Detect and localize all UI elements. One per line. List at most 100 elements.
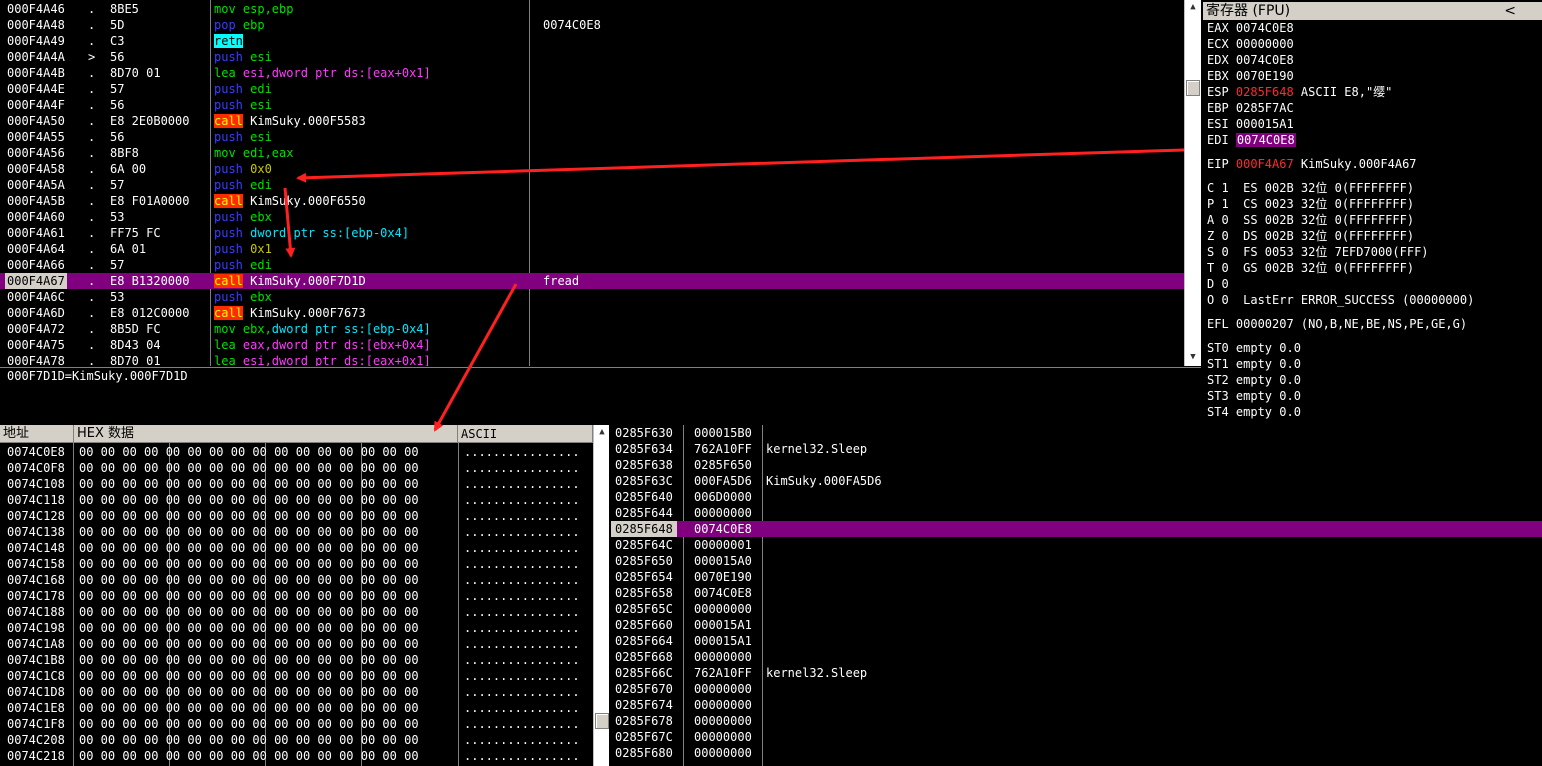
dump-ascii[interactable]: ................	[464, 524, 580, 540]
flag-row[interactable]: A 0 SS 002B 32位 0(FFFFFFFF)	[1207, 212, 1414, 228]
stack-address[interactable]: 0285F634	[615, 441, 673, 457]
dump-ascii[interactable]: ................	[464, 748, 580, 764]
disasm-address[interactable]: 000F4A4B	[7, 65, 65, 81]
dump-ascii[interactable]: ................	[464, 684, 580, 700]
register-esi[interactable]: ESI 000015A1	[1207, 116, 1294, 132]
dump-row[interactable]: 0074C1E8 00 00 00 00 00 00 00 00 00 00 00…	[0, 700, 593, 716]
registers-pane[interactable]: 寄存器 (FPU) < EAX 0074C0E8 ECX 00000000 EDX …	[1203, 0, 1542, 423]
disasm-address[interactable]: 000F4A55	[7, 129, 65, 145]
dump-ascii[interactable]: ................	[464, 716, 580, 732]
stack-value[interactable]: 00000000	[694, 601, 752, 617]
disasm-row[interactable]: 000F4A46. 8BE5 mov esp,ebp	[0, 1, 1184, 17]
dump-ascii[interactable]: ................	[464, 636, 580, 652]
stack-row[interactable]: 0285F65C 00000000	[611, 601, 1542, 617]
stack-value[interactable]: 000015A1	[694, 617, 752, 633]
disasm-instruction[interactable]: push esi	[214, 49, 272, 65]
dump-address[interactable]: 0074C148	[7, 540, 65, 556]
dump-hex[interactable]: 00 00 00 00 00 00 00 00 00 00 00 00 00 0…	[79, 668, 419, 684]
dump-row[interactable]: 0074C1A8 00 00 00 00 00 00 00 00 00 00 00…	[0, 636, 593, 652]
stack-row[interactable]: 0285F630 000015B0	[611, 425, 1542, 441]
scroll-up-arrow-icon[interactable]: ▲	[594, 425, 610, 439]
disasm-address[interactable]: 000F4A61	[7, 225, 65, 241]
stack-address[interactable]: 0285F680	[615, 745, 673, 761]
dump-address[interactable]: 0074C118	[7, 492, 65, 508]
stack-row[interactable]: 0285F670 00000000	[611, 681, 1542, 697]
dump-row[interactable]: 0074C128 00 00 00 00 00 00 00 00 00 00 00…	[0, 508, 593, 524]
dump-ascii[interactable]: ................	[464, 444, 580, 460]
disasm-instruction[interactable]: retn	[214, 33, 243, 49]
dump-hex[interactable]: 00 00 00 00 00 00 00 00 00 00 00 00 00 0…	[79, 556, 419, 572]
dump-address[interactable]: 0074C128	[7, 508, 65, 524]
register-edi[interactable]: EDI 0074C0E8	[1207, 132, 1296, 148]
dump-hex[interactable]: 00 00 00 00 00 00 00 00 00 00 00 00 00 0…	[79, 716, 419, 732]
stack-value[interactable]: 000015A1	[694, 633, 752, 649]
dump-ascii[interactable]: ................	[464, 588, 580, 604]
disasm-instruction[interactable]: push 0x0	[214, 161, 272, 177]
dump-ascii[interactable]: ................	[464, 668, 580, 684]
dump-row[interactable]: 0074C118 00 00 00 00 00 00 00 00 00 00 00…	[0, 492, 593, 508]
dump-ascii[interactable]: ................	[464, 700, 580, 716]
register-ebx[interactable]: EBX 0070E190	[1207, 68, 1294, 84]
register-value[interactable]: 0074C0E8	[1235, 133, 1296, 147]
stack-row[interactable]: 0285F654 0070E190	[611, 569, 1542, 585]
scroll-up-arrow-icon[interactable]: ▲	[1185, 0, 1201, 14]
dump-hex[interactable]: 00 00 00 00 00 00 00 00 00 00 00 00 00 0…	[79, 508, 419, 524]
disasm-row[interactable]: 000F4A58. 6A 00 push 0x0	[0, 161, 1184, 177]
stack-pane[interactable]: 0285F630 000015B0 0285F634 762A10FF kernel32…	[611, 425, 1542, 766]
stack-row[interactable]: 0285F638 0285F650	[611, 457, 1542, 473]
stack-value[interactable]: 00000001	[694, 537, 752, 553]
dump-address[interactable]: 0074C168	[7, 572, 65, 588]
disasm-pane[interactable]: 000F4A46. 8BE5 mov esp,ebp 000F4A48. 5D pop e…	[0, 0, 1184, 366]
disasm-row[interactable]: 000F4A75. 8D43 04 lea eax,dword ptr ds:[eb…	[0, 337, 1184, 353]
stack-address[interactable]: 0285F64C	[615, 537, 673, 553]
disasm-address[interactable]: 000F4A48	[7, 17, 65, 33]
dump-address[interactable]: 0074C188	[7, 604, 65, 620]
dump-ascii[interactable]: ................	[464, 476, 580, 492]
fpu-register[interactable]: ST2 empty 0.0	[1207, 372, 1301, 388]
stack-row[interactable]: 0285F644 00000000	[611, 505, 1542, 521]
fpu-register[interactable]: ST4 empty 0.0	[1207, 404, 1301, 420]
register-ecx[interactable]: ECX 00000000	[1207, 36, 1294, 52]
stack-value[interactable]: 0070E190	[694, 569, 752, 585]
stack-value[interactable]: 000FA5D6	[694, 473, 752, 489]
flag-row[interactable]: P 1 CS 0023 32位 0(FFFFFFFF)	[1207, 196, 1414, 212]
register-esp[interactable]: ESP 0285F648 ASCII E8,"缨"	[1207, 84, 1392, 100]
stack-value[interactable]: 00000000	[694, 713, 752, 729]
flag-row[interactable]: C 1 ES 002B 32位 0(FFFFFFFF)	[1207, 180, 1414, 196]
dump-header-hex[interactable]: HEX 数据	[74, 425, 458, 443]
stack-value[interactable]: 000015A0	[694, 553, 752, 569]
dump-hex[interactable]: 00 00 00 00 00 00 00 00 00 00 00 00 00 0…	[79, 700, 419, 716]
stack-address[interactable]: 0285F658	[615, 585, 673, 601]
dump-pane[interactable]: 地址 HEX 数据 ASCII 0074C0E8 00 00 00 00 00 0…	[0, 425, 593, 766]
dump-row[interactable]: 0074C0E8 00 00 00 00 00 00 00 00 00 00 00…	[0, 444, 593, 460]
register-ebp[interactable]: EBP 0285F7AC	[1207, 100, 1294, 116]
register-edx[interactable]: EDX 0074C0E8	[1207, 52, 1294, 68]
dump-row[interactable]: 0074C188 00 00 00 00 00 00 00 00 00 00 00…	[0, 604, 593, 620]
dump-header-address[interactable]: 地址	[0, 425, 74, 443]
dump-hex[interactable]: 00 00 00 00 00 00 00 00 00 00 00 00 00 0…	[79, 444, 419, 460]
dump-ascii[interactable]: ................	[464, 556, 580, 572]
stack-address[interactable]: 0285F668	[615, 649, 673, 665]
disasm-address[interactable]: 000F4A66	[7, 257, 65, 273]
dump-row[interactable]: 0074C178 00 00 00 00 00 00 00 00 00 00 00…	[0, 588, 593, 604]
disasm-instruction[interactable]: lea esi,dword ptr ds:[eax+0x1]	[214, 353, 431, 366]
register-value[interactable]: 000F4A67	[1236, 157, 1294, 171]
scroll-down-arrow-icon[interactable]: ▼	[1185, 350, 1201, 364]
register-value[interactable]: 0070E190	[1236, 69, 1294, 83]
dump-row[interactable]: 0074C208 00 00 00 00 00 00 00 00 00 00 00…	[0, 732, 593, 748]
dump-hex[interactable]: 00 00 00 00 00 00 00 00 00 00 00 00 00 0…	[79, 636, 419, 652]
register-value[interactable]: 0285F648	[1236, 85, 1294, 99]
disasm-address[interactable]: 000F4A72	[7, 321, 65, 337]
disasm-instruction[interactable]: mov ebx,dword ptr ss:[ebp-0x4]	[214, 321, 431, 337]
dump-scrollbar[interactable]: ▲	[593, 425, 609, 766]
disasm-address[interactable]: 000F4A46	[7, 1, 65, 17]
disasm-address[interactable]: 000F4A60	[7, 209, 65, 225]
register-value[interactable]: 0074C0E8	[1236, 53, 1294, 67]
disasm-row[interactable]: 000F4A4F. 56 push esi	[0, 97, 1184, 113]
disasm-instruction[interactable]: mov esp,ebp	[214, 1, 293, 17]
disasm-row[interactable]: 000F4A50. E8 2E0B0000 call KimSuky.000F558…	[0, 113, 1184, 129]
disasm-address[interactable]: 000F4A4F	[7, 97, 65, 113]
disasm-row[interactable]: 000F4A78. 8D70 01 lea esi,dword ptr ds:[ea…	[0, 353, 1184, 366]
register-value[interactable]: 000015A1	[1236, 117, 1294, 131]
flag-row[interactable]: D 0	[1207, 276, 1229, 292]
